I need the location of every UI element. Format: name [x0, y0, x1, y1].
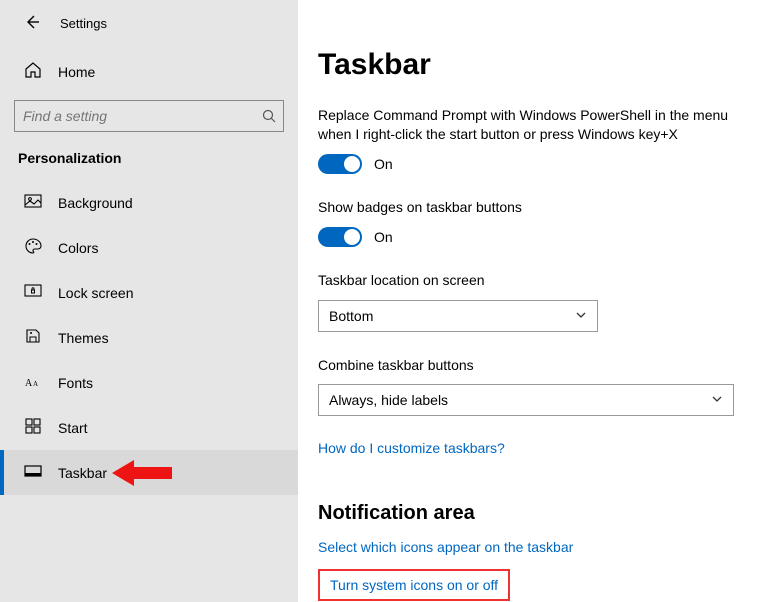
home-label: Home — [58, 64, 95, 80]
chevron-down-icon — [575, 308, 587, 324]
search-field[interactable] — [14, 100, 284, 132]
back-icon[interactable] — [24, 14, 40, 33]
sidebar-item-home[interactable]: Home — [0, 53, 298, 90]
taskbar-icon — [24, 462, 42, 483]
setting-powershell-toggle-row: On — [318, 154, 740, 174]
fonts-icon: AA — [24, 372, 42, 393]
sidebar-item-background[interactable]: Background — [0, 180, 298, 225]
lock-screen-icon — [24, 282, 42, 303]
notification-area-heading: Notification area — [318, 502, 740, 525]
palette-icon — [24, 237, 42, 258]
chevron-down-icon — [711, 392, 723, 408]
nav-list: Background Colors Lock screen Themes AA … — [0, 180, 298, 495]
sidebar-item-lock-screen[interactable]: Lock screen — [0, 270, 298, 315]
toggle-powershell[interactable] — [318, 154, 362, 174]
setting-location-label: Taskbar location on screen — [318, 271, 740, 290]
start-icon — [24, 417, 42, 438]
titlebar: Settings — [0, 14, 298, 53]
setting-badges-toggle-row: On — [318, 227, 740, 247]
nav-label: Start — [58, 420, 88, 436]
toggle-badges[interactable] — [318, 227, 362, 247]
nav-label: Themes — [58, 330, 109, 346]
sidebar-item-themes[interactable]: Themes — [0, 315, 298, 360]
main-pane: Taskbar Replace Command Prompt with Wind… — [298, 0, 768, 602]
home-icon — [24, 61, 42, 82]
svg-text:A: A — [25, 378, 33, 389]
sidebar-item-start[interactable]: Start — [0, 405, 298, 450]
notification-links: Select which icons appear on the taskbar… — [318, 539, 740, 601]
nav-label: Fonts — [58, 375, 93, 391]
select-location-value: Bottom — [329, 308, 373, 324]
app-title: Settings — [60, 16, 107, 31]
nav-label: Lock screen — [58, 285, 133, 301]
link-select-icons[interactable]: Select which icons appear on the taskbar — [318, 539, 573, 555]
setting-combine-label: Combine taskbar buttons — [318, 356, 740, 375]
page-title: Taskbar — [318, 48, 740, 82]
sidebar-item-colors[interactable]: Colors — [0, 225, 298, 270]
toggle-badges-state: On — [374, 229, 393, 245]
themes-icon — [24, 327, 42, 348]
nav-label: Colors — [58, 240, 98, 256]
sidebar: Settings Home Personalization Background… — [0, 0, 298, 602]
picture-icon — [24, 192, 42, 213]
select-combine-buttons[interactable]: Always, hide labels — [318, 384, 734, 416]
section-heading: Personalization — [0, 150, 298, 180]
select-combine-value: Always, hide labels — [329, 392, 448, 408]
link-system-icons[interactable]: Turn system icons on or off — [330, 577, 498, 593]
svg-text:A: A — [33, 380, 38, 388]
nav-label: Taskbar — [58, 465, 107, 481]
setting-badges-label: Show badges on taskbar buttons — [318, 198, 740, 217]
sidebar-item-fonts[interactable]: AA Fonts — [0, 360, 298, 405]
select-taskbar-location[interactable]: Bottom — [318, 300, 598, 332]
toggle-powershell-state: On — [374, 156, 393, 172]
search-input[interactable] — [14, 100, 284, 132]
nav-label: Background — [58, 195, 133, 211]
link-customize-taskbars[interactable]: How do I customize taskbars? — [318, 440, 505, 456]
annotation-highlight-box: Turn system icons on or off — [318, 569, 510, 601]
sidebar-item-taskbar[interactable]: Taskbar — [0, 450, 298, 495]
setting-powershell-label: Replace Command Prompt with Windows Powe… — [318, 106, 740, 144]
